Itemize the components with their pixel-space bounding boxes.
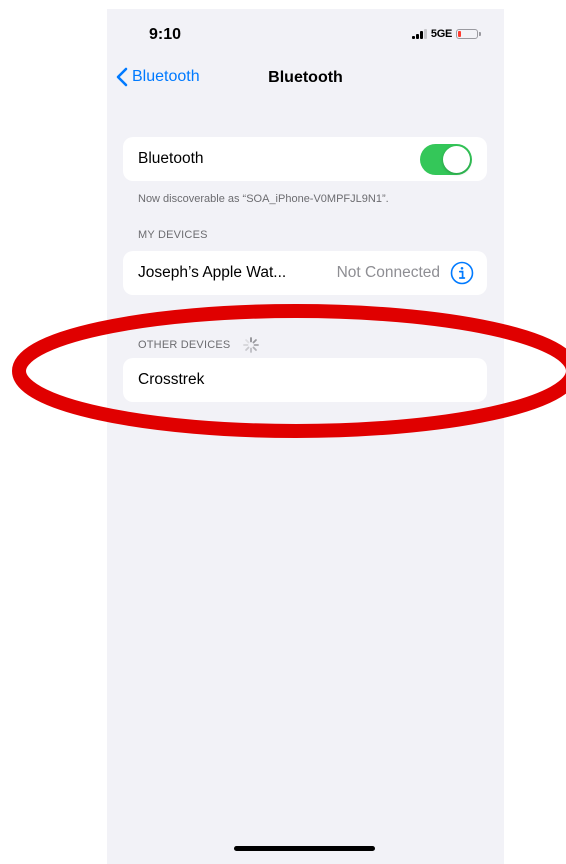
bluetooth-toggle-group: Bluetooth	[123, 137, 487, 181]
toggle-knob	[443, 145, 470, 173]
device-name: Joseph’s Apple Wat...	[138, 264, 287, 281]
spinner-icon	[242, 337, 259, 353]
navigation-bar: Bluetooth Bluetooth	[107, 61, 504, 93]
phone-screen: 9:10 5GE Bluetooth Bluetooth Bluetooth N…	[107, 9, 504, 864]
device-status: Not Connected	[336, 264, 440, 281]
discoverable-note: Now discoverable as “SOA_iPhone-V0MPFJL9…	[138, 193, 389, 205]
other-devices-group: Crosstrek	[123, 358, 487, 402]
cellular-signal-icon	[412, 29, 427, 39]
bluetooth-toggle-label: Bluetooth	[138, 150, 204, 167]
bluetooth-toggle[interactable]	[420, 143, 472, 175]
status-time: 9:10	[149, 26, 182, 43]
list-item[interactable]: Crosstrek	[123, 358, 487, 402]
other-devices-header-label: OTHER DEVICES	[138, 338, 231, 351]
network-type: 5GE	[430, 28, 452, 40]
bluetooth-toggle-row: Bluetooth	[123, 137, 487, 181]
page-title: Bluetooth	[268, 69, 343, 86]
home-indicator	[234, 846, 375, 851]
my-devices-group: Joseph’s Apple Wat... Not Connected	[123, 251, 487, 295]
my-devices-header: MY DEVICES	[138, 229, 208, 241]
info-icon[interactable]	[450, 261, 474, 285]
status-indicators: 5GE	[412, 28, 481, 40]
status-bar: 9:10 5GE	[107, 9, 504, 53]
other-devices-header: OTHER DEVICES	[138, 336, 260, 354]
device-name: Crosstrek	[138, 371, 205, 388]
battery-icon	[456, 29, 481, 39]
list-item[interactable]: Joseph’s Apple Wat... Not Connected	[123, 251, 487, 295]
